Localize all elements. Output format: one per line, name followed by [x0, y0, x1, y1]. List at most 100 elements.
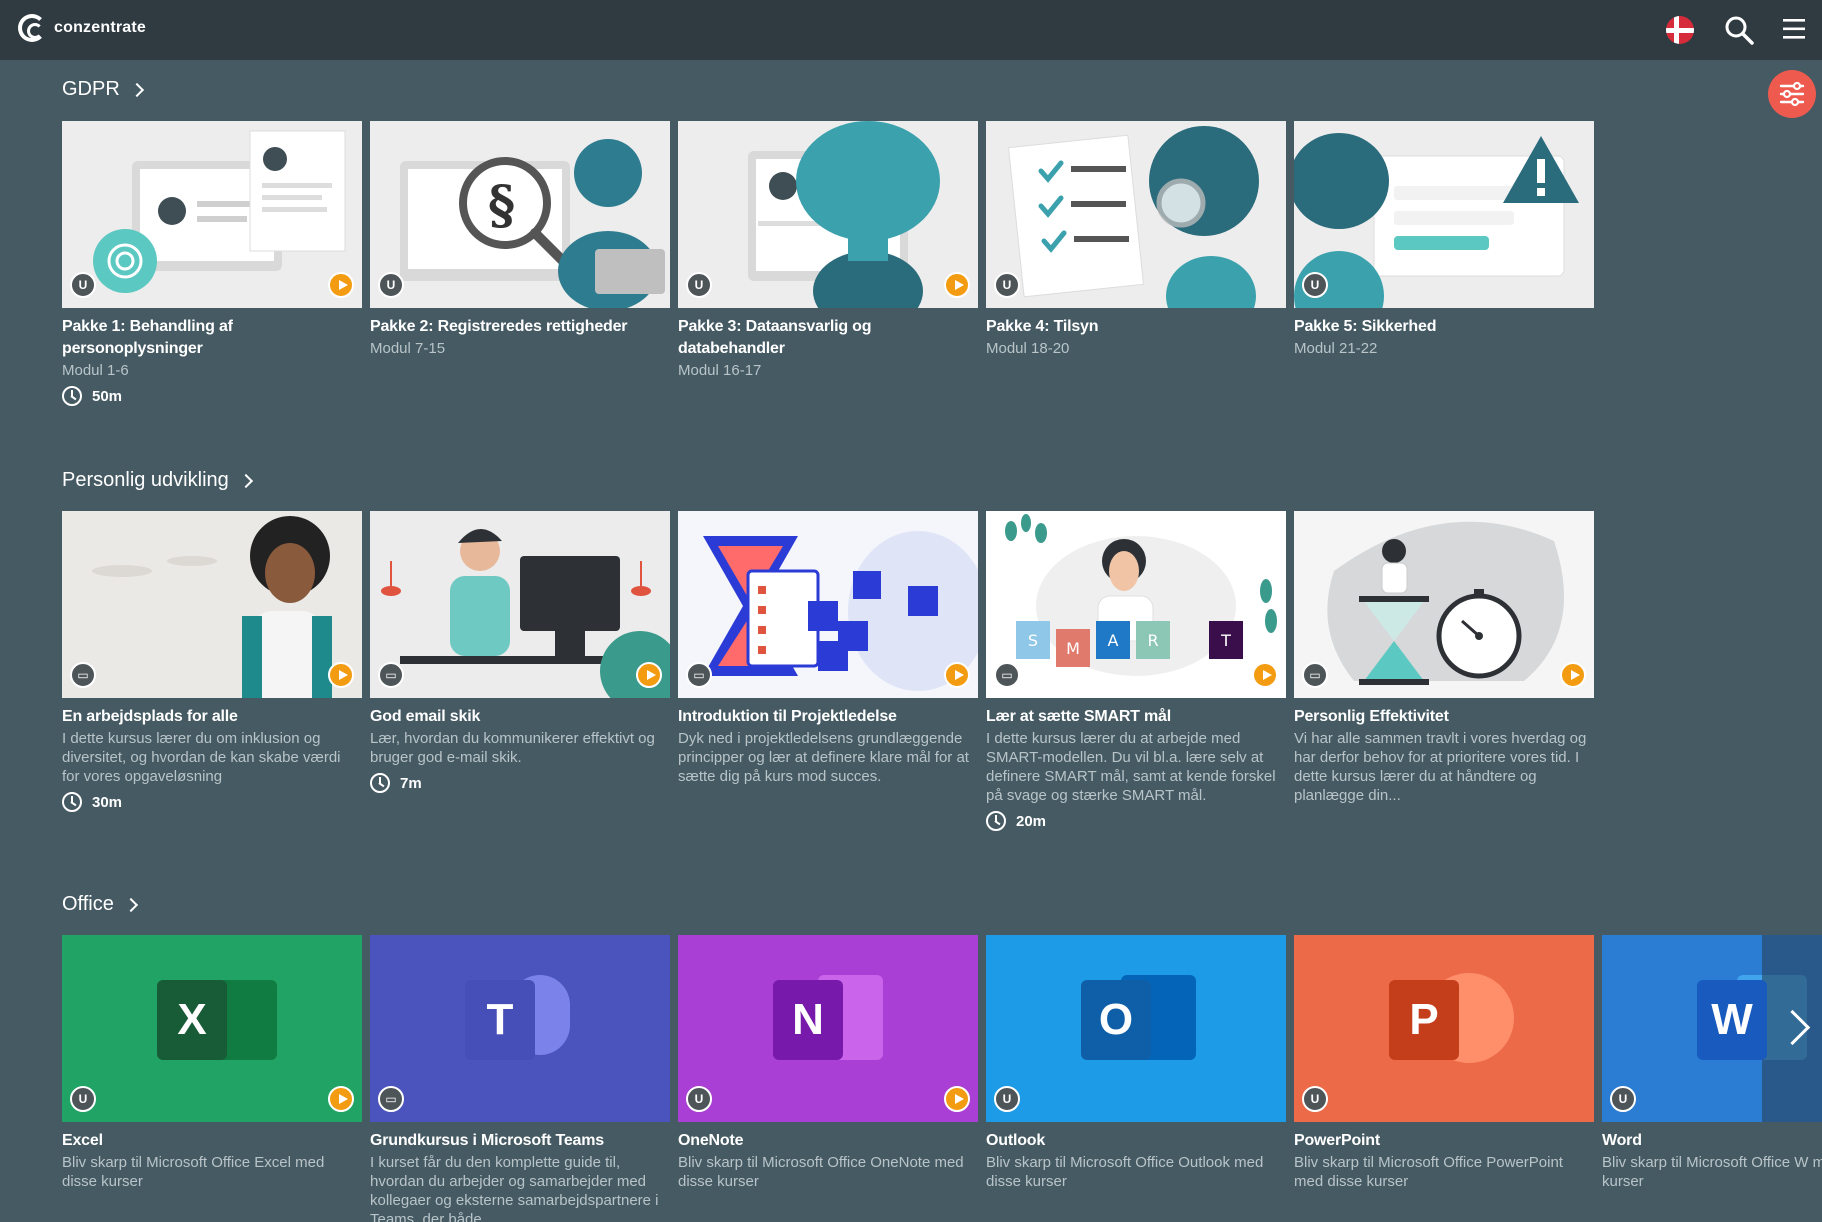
course-duration: 7m	[370, 773, 670, 793]
course-title: Lær at sætte SMART mål	[986, 708, 1171, 725]
presentation-icon: ▭	[70, 662, 96, 688]
hamburger-menu-icon[interactable]	[1782, 17, 1806, 41]
clock-icon	[370, 773, 390, 793]
filter-button[interactable]	[1768, 70, 1816, 118]
course-thumbnail: X U	[62, 935, 362, 1122]
play-icon[interactable]	[328, 272, 354, 298]
course-duration: 20m	[986, 811, 1286, 831]
play-icon[interactable]	[328, 1086, 354, 1112]
clock-icon	[62, 386, 82, 406]
play-icon[interactable]	[636, 662, 662, 688]
course-title: God email skik	[370, 708, 481, 725]
course-card[interactable]: U Pakke 3: Dataansvarlig og databehandle…	[678, 121, 978, 380]
course-title: Grundkursus i Microsoft Teams	[370, 1132, 604, 1149]
course-description: I dette kursus lærer du om inklusion og …	[62, 730, 341, 785]
course-description: I kurset får du den komplette guide til,…	[370, 1154, 659, 1222]
teams-logo-icon: T	[465, 980, 535, 1060]
interactive-module-icon: U	[378, 272, 404, 298]
course-description: Bliv skarp til Microsoft Office Excel me…	[62, 1154, 325, 1190]
course-card[interactable]: U Pakke 5: Sikkerhed Modul 21-22	[1294, 121, 1594, 358]
smart-letter: R	[1147, 631, 1158, 650]
interactive-module-icon: U	[994, 1086, 1020, 1112]
course-card[interactable]: O U Outlook Bliv skarp til Microsoft Off…	[986, 935, 1286, 1191]
gdpr-illustration-security-warning	[1294, 121, 1594, 308]
course-duration: 30m	[62, 792, 362, 812]
course-card[interactable]: P U PowerPoint Bliv skarp til Microsoft …	[1294, 935, 1594, 1191]
interactive-module-icon: U	[1302, 1086, 1328, 1112]
course-thumbnail: U	[62, 121, 362, 308]
course-thumbnail: ▭	[1294, 511, 1594, 698]
course-description: Bliv skarp til Microsoft Office W med di…	[1602, 1154, 1822, 1190]
interactive-module-icon: U	[1302, 272, 1328, 298]
course-thumbnail: U	[986, 121, 1286, 308]
danish-flag-icon[interactable]	[1666, 16, 1694, 44]
course-title: En arbejdsplads for alle	[62, 708, 238, 725]
course-card[interactable]: U Pakke 4: Tilsyn Modul 18-20	[986, 121, 1286, 358]
excel-logo-icon: X	[157, 980, 227, 1060]
play-icon[interactable]	[1560, 662, 1586, 688]
course-thumbnail: U	[1294, 121, 1594, 308]
course-card[interactable]: ▭ God email skik Lær, hvordan du kommuni…	[370, 511, 670, 793]
course-card[interactable]: ▭ Personlig Effektivitet Vi har alle sam…	[1294, 511, 1594, 805]
section-title-gdpr[interactable]: GDPR	[62, 78, 144, 101]
carousel-next-button[interactable]	[1762, 935, 1822, 1122]
play-icon[interactable]	[328, 662, 354, 688]
section-title-office[interactable]: Office	[62, 893, 138, 916]
interactive-module-icon: U	[70, 272, 96, 298]
course-description: Bliv skarp til Microsoft Office OneNote …	[678, 1154, 964, 1190]
course-subtitle: Modul 18-20	[986, 340, 1070, 357]
play-icon[interactable]	[944, 272, 970, 298]
interactive-module-icon: U	[1610, 1086, 1636, 1112]
play-icon[interactable]	[944, 1086, 970, 1112]
play-icon[interactable]	[944, 662, 970, 688]
clock-icon	[986, 811, 1006, 831]
course-card[interactable]: U Pakke 1: Behandling af personoplysning…	[62, 121, 362, 406]
illustration-smart-goals: S M A R T	[986, 511, 1286, 698]
course-title: Personlig Effektivitet	[1294, 708, 1449, 725]
course-thumbnail: S M A R T ▭	[986, 511, 1286, 698]
interactive-module-icon: U	[686, 1086, 712, 1112]
course-thumbnail: ▭	[62, 511, 362, 698]
powerpoint-logo-icon: P	[1389, 980, 1459, 1060]
logo[interactable]: conzentrate	[18, 14, 146, 42]
course-subtitle: Modul 7-15	[370, 340, 446, 357]
illustration-hourglass-stopwatch	[1294, 511, 1594, 698]
course-card[interactable]: S M A R T ▭ Lær at sætte SMART mål I det…	[986, 511, 1286, 831]
chevron-right-icon	[238, 473, 253, 488]
course-description: Bliv skarp til Microsoft Office PowerPoi…	[1294, 1154, 1563, 1190]
filter-sliders-icon	[1779, 81, 1805, 107]
course-subtitle: Modul 21-22	[1294, 340, 1378, 357]
interactive-module-icon: U	[994, 272, 1020, 298]
course-card[interactable]: T ▭ Grundkursus i Microsoft Teams I kurs…	[370, 935, 670, 1222]
course-title: Outlook	[986, 1132, 1046, 1149]
illustration-project-puzzle	[678, 511, 978, 698]
course-description: Vi har alle sammen travlt i vores hverda…	[1294, 730, 1587, 804]
chevron-right-icon	[129, 82, 144, 97]
course-title: PowerPoint	[1294, 1132, 1381, 1149]
course-thumbnail: ▭	[678, 511, 978, 698]
course-description: Bliv skarp til Microsoft Office Outlook …	[986, 1154, 1264, 1190]
course-thumbnail: § U	[370, 121, 670, 308]
interactive-module-icon: U	[70, 1086, 96, 1112]
smart-letter: S	[1028, 631, 1038, 650]
course-thumbnail: U	[678, 121, 978, 308]
section-title-personlig-udvikling[interactable]: Personlig udvikling	[62, 469, 253, 492]
svg-text:§: §	[488, 175, 515, 236]
onenote-logo-icon: N	[773, 980, 843, 1060]
course-thumbnail: P U	[1294, 935, 1594, 1122]
course-description: Lær, hvordan du kommunikerer effektivt o…	[370, 730, 655, 766]
course-title: Pakke 5: Sikkerhed	[1294, 318, 1437, 335]
play-icon[interactable]	[1252, 662, 1278, 688]
course-card[interactable]: N U OneNote Bliv skarp til Microsoft Off…	[678, 935, 978, 1191]
course-subtitle: Modul 16-17	[678, 362, 762, 379]
gdpr-illustration-checklist	[986, 121, 1286, 308]
word-logo-icon: W	[1697, 980, 1767, 1060]
gdpr-illustration-fingerprint	[62, 121, 362, 308]
course-card[interactable]: ▭ Introduktion til Projektledelse Dyk ne…	[678, 511, 978, 786]
course-card[interactable]: ▭ En arbejdsplads for alle I dette kursu…	[62, 511, 362, 812]
course-card[interactable]: X U Excel Bliv skarp til Microsoft Offic…	[62, 935, 362, 1191]
course-title: Excel	[62, 1132, 103, 1149]
course-card[interactable]: § U Pakke 2: Registreredes rettigheder M…	[370, 121, 670, 358]
search-icon[interactable]	[1724, 15, 1754, 45]
conzentrate-logo-icon	[18, 14, 46, 42]
